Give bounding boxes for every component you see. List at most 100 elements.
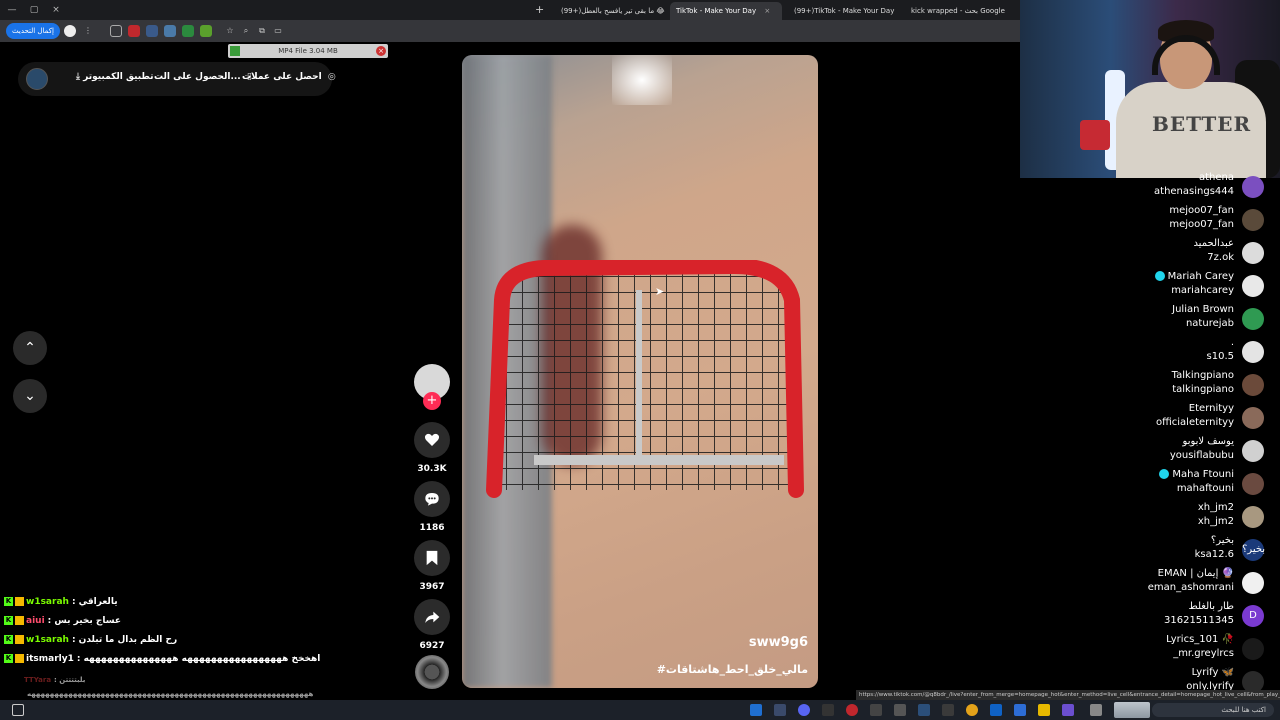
next-video-button[interactable]: ⌄ [13,379,47,413]
close-window-icon[interactable]: × [50,4,62,16]
live-list-item[interactable]: Eternityy officialeternityy [1060,403,1272,436]
folder-icon[interactable] [1038,704,1050,716]
live-list-item[interactable]: mejoo07_fan mejoo07_fan [1060,205,1272,238]
live-list-item[interactable]: . s10.5 [1060,337,1272,370]
chat-username[interactable]: w1sarah [26,597,69,607]
start-icon[interactable] [12,704,24,716]
avatar[interactable] [1242,572,1264,594]
live-list-item[interactable]: طار بالغلط 31621511345 D [1060,601,1272,634]
app-icon[interactable] [1062,704,1074,716]
close-icon[interactable]: × [376,46,386,56]
kick-badge-icon: K [4,616,13,625]
install-icon[interactable]: ▭ [272,25,284,37]
restore-icon[interactable]: ▢ [28,4,40,16]
get-coins-link[interactable]: احصل على عملات ◎ [242,72,336,82]
app-icon[interactable] [1014,704,1026,716]
share-icon[interactable]: ⧉ [256,25,268,37]
tab-4[interactable]: (99+)ما بقى تير يافسح بالعطل 😂 [555,2,665,20]
edge-icon[interactable] [990,704,1002,716]
weather-widget[interactable] [1114,702,1150,718]
video-username[interactable]: sww9g6 [749,635,808,650]
chat-message: TTYara: بلبتتتتن [24,676,85,684]
app-icon[interactable] [846,704,858,716]
get-app-link[interactable]: الحصول على الت... ▯ [154,72,252,82]
chat-username[interactable]: itsmarly1 [26,654,74,664]
chat-username[interactable]: TTYara [24,676,51,684]
zoom-icon[interactable]: ⌕ [240,25,252,37]
chat-text: : رح الظم بدال ما تبلدن [71,635,178,645]
live-list-item[interactable]: xh_jm2 xh_jm2 [1060,502,1272,535]
avatar[interactable] [1242,506,1264,528]
avatar[interactable] [1242,275,1264,297]
app-icon[interactable] [870,704,882,716]
extension-icon[interactable] [164,25,176,37]
subscriber-badge-icon [15,635,24,644]
chat-username[interactable]: w1sarah [26,635,69,645]
share-arrow-icon[interactable] [414,599,450,635]
video-caption[interactable]: #مالي_خلق_احط_هاشتاقات [657,663,808,676]
live-list-item[interactable]: بخير؟ ksa12.6 بخير؟ [1060,535,1272,568]
extension-icon[interactable] [128,25,140,37]
minimize-icon[interactable]: — [6,4,18,16]
taskbar-search[interactable]: اكتب هنا للبحث [1152,703,1274,717]
avatar[interactable] [1242,440,1264,462]
avatar[interactable] [1242,308,1264,330]
task-view-icon[interactable] [1090,704,1102,716]
live-list-item[interactable]: Mariah Carey mariahcarey [1060,271,1272,304]
extension-icon[interactable] [110,25,122,37]
tab-1[interactable]: kick wrapped - بحث Google [905,2,1017,20]
new-tab-button[interactable]: + [535,3,544,16]
settings-icon[interactable] [894,704,906,716]
video-player[interactable]: sww9g6 #مالي_خلق_احط_هاشتاقات [462,55,818,688]
avatar[interactable] [1242,341,1264,363]
live-list-item[interactable]: Julian Brown naturejab [1060,304,1272,337]
profile-icon[interactable] [64,25,76,37]
like-action[interactable]: 30.3K [414,422,450,474]
music-disc-icon[interactable] [415,655,449,689]
live-list-item[interactable]: Talkingpiano talkingpiano [1060,370,1272,403]
comment-action[interactable]: 1186 [414,481,450,533]
avatar[interactable] [1242,242,1264,264]
desktop-app-link[interactable]: ⤓ تطبيق الكمبيوتر [73,72,154,82]
steam-icon[interactable] [918,704,930,716]
download-chip[interactable]: MP4 File 3.04 MB × [228,44,388,58]
avatar[interactable] [1242,209,1264,231]
avatar[interactable] [1242,176,1264,198]
tab-2[interactable]: (99+)TikTok - Make Your Day [788,2,900,20]
live-list-item[interactable]: يوسف لابوبو yousiflabubu [1060,436,1272,469]
chat-username[interactable]: aiui [26,616,45,626]
follow-button[interactable]: + [423,392,441,410]
avatar[interactable]: D [1242,605,1264,627]
avatar[interactable] [26,68,48,90]
app-icon[interactable] [942,704,954,716]
save-action[interactable]: 3967 [414,540,450,592]
live-list-item[interactable]: Maha Ftouni mahaftouni [1060,469,1272,502]
avatar[interactable] [1242,407,1264,429]
bookmark-icon[interactable] [414,540,450,576]
app-icon[interactable] [750,704,762,716]
extension-icon[interactable] [146,25,158,37]
live-list-item[interactable]: EMAN | إيمان 🔮 eman_ashomrani [1060,568,1272,601]
share-action[interactable]: 6927 [414,599,450,651]
shield-icon[interactable] [182,25,194,37]
extension-icon[interactable] [200,25,212,37]
avatar[interactable]: بخير؟ [1242,539,1265,561]
tab-close-icon[interactable]: × [764,7,770,15]
avatar[interactable] [1242,374,1264,396]
avatar[interactable] [1242,473,1264,495]
tab-3-active[interactable]: TikTok - Make Your Day × [670,2,782,20]
app-icon[interactable] [774,704,786,716]
discord-icon[interactable] [798,704,810,716]
chrome-icon[interactable] [966,704,978,716]
previous-video-button[interactable]: ⌃ [13,331,47,365]
heart-icon[interactable] [414,422,450,458]
update-button[interactable]: إكمال التحديث [6,23,60,39]
live-list-item[interactable]: athena athenasings444 [1060,172,1272,205]
app-icon[interactable] [822,704,834,716]
menu-icon[interactable]: ⋮ [82,25,94,37]
star-icon[interactable]: ☆ [224,25,236,37]
live-list-item[interactable]: Lyrics_101 🥀 _mr.greylrcs [1060,634,1272,667]
live-list-item[interactable]: عبدالحميد 7z.ok [1060,238,1272,271]
comment-icon[interactable] [414,481,450,517]
avatar[interactable] [1242,638,1264,660]
